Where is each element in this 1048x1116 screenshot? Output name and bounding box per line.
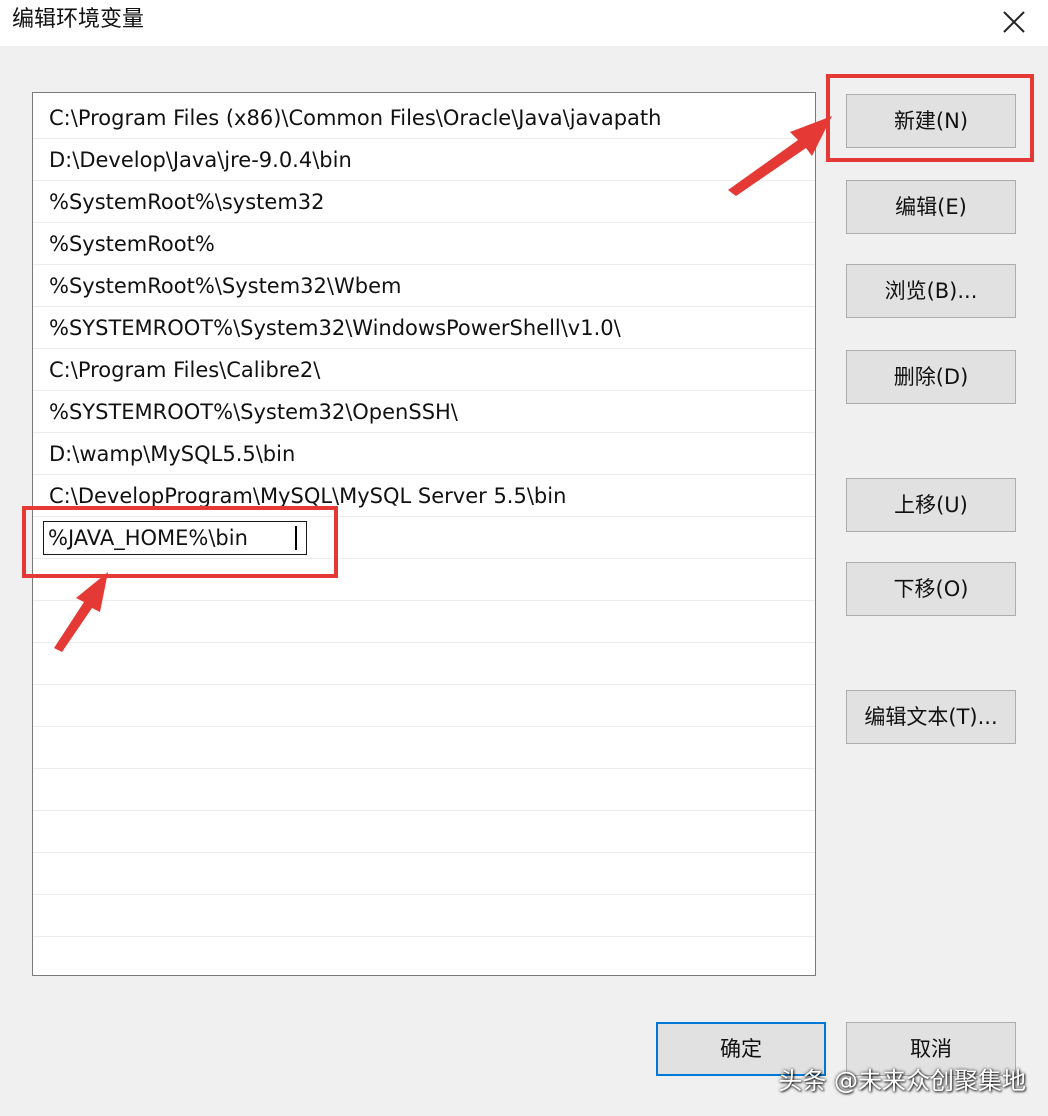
list-item-empty[interactable]	[33, 895, 815, 937]
edit-text-button[interactable]: 编辑文本(T)...	[846, 690, 1016, 744]
list-item-text: C:\Program Files\Calibre2\	[49, 358, 321, 382]
move-down-button[interactable]: 下移(O)	[846, 562, 1016, 616]
edit-environment-variable-dialog: 编辑环境变量 C:\Program Files (x86)\Common Fil…	[0, 0, 1048, 1116]
list-item-text: %SystemRoot%\system32	[49, 190, 325, 214]
list-item-text: %SYSTEMROOT%\System32\OpenSSH\	[49, 400, 458, 424]
list-item-empty[interactable]	[33, 727, 815, 769]
browse-button[interactable]: 浏览(B)...	[846, 264, 1016, 318]
list-item-text: C:\Program Files (x86)\Common Files\Orac…	[49, 106, 662, 130]
dialog-title: 编辑环境变量	[12, 7, 145, 32]
list-item-text: D:\Develop\Java\jre-9.0.4\bin	[49, 148, 352, 172]
list-item-empty[interactable]	[33, 853, 815, 895]
list-item[interactable]: %SystemRoot%\system32	[33, 181, 815, 223]
close-button[interactable]	[996, 4, 1032, 40]
watermark: 头条 @未来众创聚集地	[778, 1067, 1026, 1095]
list-item[interactable]: %SYSTEMROOT%\System32\WindowsPowerShell\…	[33, 307, 815, 349]
list-item-empty[interactable]	[33, 643, 815, 685]
list-item[interactable]: D:\Develop\Java\jre-9.0.4\bin	[33, 139, 815, 181]
list-item-text: D:\wamp\MySQL5.5\bin	[49, 442, 296, 466]
path-entry-input[interactable]	[43, 521, 307, 555]
list-item-text: %SYSTEMROOT%\System32\WindowsPowerShell\…	[49, 316, 621, 340]
list-item[interactable]: %SystemRoot%\System32\Wbem	[33, 265, 815, 307]
text-caret	[295, 526, 297, 550]
list-item[interactable]: D:\wamp\MySQL5.5\bin	[33, 433, 815, 475]
list-item-text: %SystemRoot%\System32\Wbem	[49, 274, 402, 298]
list-item-empty[interactable]	[33, 769, 815, 811]
new-button[interactable]: 新建(N)	[846, 94, 1016, 148]
list-item[interactable]: C:\Program Files\Calibre2\	[33, 349, 815, 391]
list-item-empty[interactable]	[33, 559, 815, 601]
move-up-button[interactable]: 上移(U)	[846, 478, 1016, 532]
list-item-empty[interactable]	[33, 685, 815, 727]
list-item-text: C:\DevelopProgram\MySQL\MySQL Server 5.5…	[49, 484, 567, 508]
list-item-text: %SystemRoot%	[49, 232, 215, 256]
edit-button[interactable]: 编辑(E)	[846, 180, 1016, 234]
list-item[interactable]: C:\DevelopProgram\MySQL\MySQL Server 5.5…	[33, 475, 815, 517]
list-item-empty[interactable]	[33, 811, 815, 853]
list-item[interactable]: C:\Program Files (x86)\Common Files\Orac…	[33, 97, 815, 139]
list-item[interactable]: %SystemRoot%	[33, 223, 815, 265]
delete-button[interactable]: 删除(D)	[846, 350, 1016, 404]
list-item-empty[interactable]	[33, 601, 815, 643]
close-icon	[1003, 11, 1025, 33]
list-item[interactable]: %SYSTEMROOT%\System32\OpenSSH\	[33, 391, 815, 433]
path-list[interactable]: C:\Program Files (x86)\Common Files\Orac…	[32, 92, 816, 976]
list-item-editing[interactable]	[33, 517, 815, 559]
title-bar: 编辑环境变量	[0, 0, 1048, 46]
